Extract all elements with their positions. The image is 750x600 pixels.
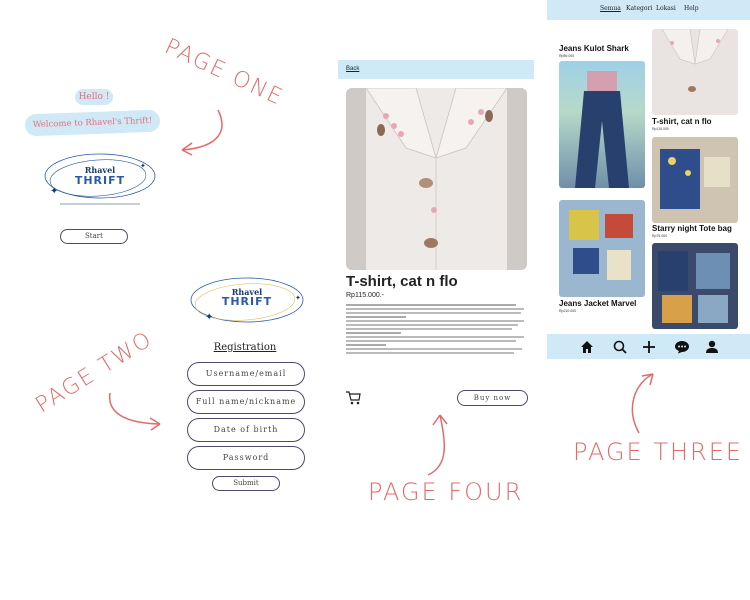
- dob-field[interactable]: Date of birth: [187, 418, 305, 442]
- fullname-field[interactable]: Full name/nickname: [187, 390, 305, 414]
- logo-brand-page-two: THRIFT: [221, 295, 273, 308]
- cart-icon[interactable]: [345, 390, 361, 405]
- profile-icon[interactable]: [705, 340, 719, 354]
- chat-icon[interactable]: [674, 340, 690, 354]
- arrow-page-four: [427, 414, 448, 476]
- arrow-page-two: [109, 392, 161, 431]
- search-icon[interactable]: [613, 340, 627, 354]
- tab-help[interactable]: Help: [684, 5, 699, 12]
- tab-lokasi[interactable]: Lokasi: [656, 5, 676, 12]
- product-card-price: Rp89.000: [559, 54, 575, 58]
- submit-button[interactable]: Submit: [212, 476, 280, 491]
- product-card-price: Rp210.000: [559, 309, 577, 313]
- arrow-page-three: [631, 373, 654, 434]
- page-three-annotation: PAGE THREE: [573, 438, 744, 466]
- product-card-price: Rp115.000: [652, 127, 669, 131]
- tab-semua[interactable]: Semua: [600, 5, 621, 12]
- back-button[interactable]: Back: [346, 66, 359, 72]
- product-card-image[interactable]: [559, 61, 645, 188]
- product-card-image[interactable]: [652, 137, 738, 223]
- welcome-banner: Welcome to Rhavel's Thrift!: [24, 109, 161, 137]
- product-card-image[interactable]: [652, 243, 738, 329]
- buy-now-button[interactable]: Buy now: [457, 390, 528, 406]
- product-description: [346, 302, 526, 384]
- product-price: Rp115.000.-: [346, 292, 385, 299]
- product-card-title[interactable]: Jeans Kulot Shark: [559, 44, 629, 53]
- product-card-image[interactable]: [652, 28, 738, 115]
- svg-text:✦: ✦: [140, 162, 146, 170]
- start-button[interactable]: Start: [60, 229, 128, 244]
- add-icon[interactable]: [642, 340, 656, 354]
- username-field[interactable]: Username/email: [187, 362, 305, 386]
- svg-text:✦: ✦: [295, 294, 301, 302]
- hello-bubble: Hello !: [75, 89, 113, 105]
- shirt-photo: [346, 88, 527, 270]
- bottom-nav-bar: [547, 334, 750, 359]
- product-card-title[interactable]: Jeans Jacket Marvel: [559, 299, 636, 308]
- password-field[interactable]: Password: [187, 446, 305, 470]
- page-four-annotation: PAGE FOUR: [368, 478, 524, 506]
- arrow-page-one: [181, 109, 223, 156]
- registration-heading: Registration: [213, 342, 277, 353]
- product-card-price: Rp75.000: [652, 234, 668, 238]
- product-card-image[interactable]: [559, 200, 645, 297]
- product-card-title[interactable]: T-shirt, cat n flo: [652, 117, 712, 126]
- logo-brand: THRIFT: [74, 174, 126, 187]
- home-icon[interactable]: [580, 340, 594, 354]
- product-card-title[interactable]: Starry night Tote bag: [652, 224, 732, 233]
- product-image: [346, 88, 527, 270]
- product-title: T-shirt, cat n flo: [346, 273, 458, 290]
- svg-text:✦: ✦: [205, 312, 213, 323]
- tab-kategori[interactable]: Kategori: [626, 5, 652, 12]
- svg-text:✦: ✦: [50, 186, 58, 197]
- page-one-annotation: PAGE ONE: [160, 34, 288, 111]
- back-bar: [338, 60, 534, 79]
